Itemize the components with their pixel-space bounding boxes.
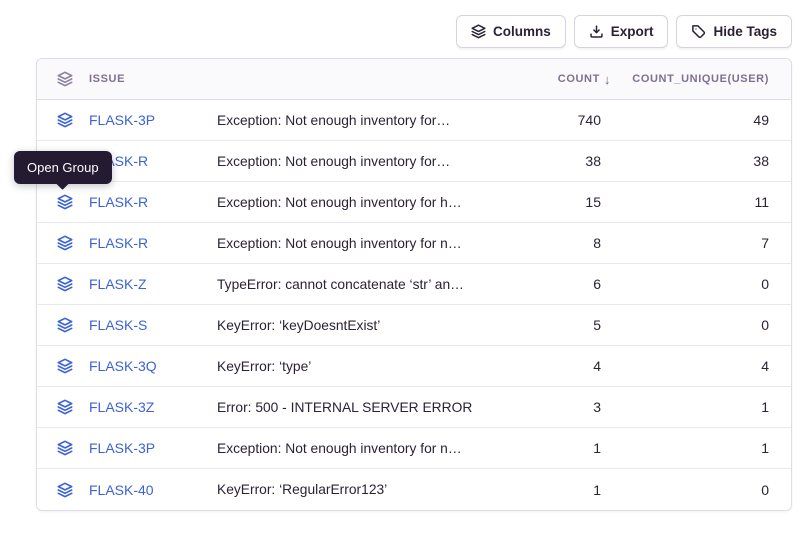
table-row: FLASK-R Exception: Not enough inventory … bbox=[37, 141, 791, 182]
hide-tags-button[interactable]: Hide Tags bbox=[676, 15, 792, 48]
issue-link[interactable]: FLASK-Z bbox=[89, 276, 217, 292]
count-unique-cell: 1 bbox=[615, 399, 792, 415]
issue-description: KeyError: ‘RegularError123’ bbox=[217, 482, 519, 497]
table-row: FLASK-Z TypeError: cannot concatenate ‘s… bbox=[37, 264, 791, 305]
issue-link[interactable]: FLASK-3Q bbox=[89, 358, 217, 374]
layers-icon[interactable] bbox=[57, 358, 73, 374]
columns-button[interactable]: Columns bbox=[456, 15, 566, 48]
layers-icon[interactable] bbox=[57, 112, 73, 128]
count-unique-cell: 38 bbox=[615, 153, 792, 169]
issue-description: Exception: Not enough inventory for n… bbox=[217, 441, 519, 456]
count-unique-cell: 0 bbox=[615, 276, 792, 292]
layers-icon[interactable] bbox=[57, 276, 73, 292]
tag-icon bbox=[691, 24, 706, 39]
issue-link[interactable]: FLASK-3P bbox=[89, 440, 217, 456]
layers-icon[interactable] bbox=[57, 317, 73, 333]
columns-button-label: Columns bbox=[493, 24, 551, 39]
issue-description: KeyError: ‘keyDoesntExist’ bbox=[217, 318, 519, 333]
issue-description: KeyError: ‘type’ bbox=[217, 359, 519, 374]
column-header-count-label: COUNT bbox=[558, 73, 600, 85]
table-row: FLASK-R Exception: Not enough inventory … bbox=[37, 223, 791, 264]
issue-description: TypeError: cannot concatenate ‘str’ an… bbox=[217, 277, 519, 292]
issues-table: ISSUE COUNT ↓ COUNT_UNIQUE(USER) FLASK-3… bbox=[36, 58, 792, 511]
count-cell: 4 bbox=[519, 358, 615, 374]
count-cell: 1 bbox=[519, 482, 615, 498]
count-unique-cell: 7 bbox=[615, 235, 792, 251]
count-unique-cell: 11 bbox=[615, 194, 792, 210]
issue-description: Error: 500 - INTERNAL SERVER ERROR bbox=[217, 400, 519, 415]
sort-descending-icon: ↓ bbox=[604, 72, 611, 87]
issue-link[interactable]: FLASK-3Z bbox=[89, 399, 217, 415]
count-cell: 38 bbox=[519, 153, 615, 169]
issue-link[interactable]: FLASK-R bbox=[89, 235, 217, 251]
issue-description: Exception: Not enough inventory for… bbox=[217, 154, 519, 169]
export-button-label: Export bbox=[611, 24, 654, 39]
table-row: FLASK-3P Exception: Not enough inventory… bbox=[37, 100, 791, 141]
table-row: FLASK-R Exception: Not enough inventory … bbox=[37, 182, 791, 223]
table-row: FLASK-3Z Error: 500 - INTERNAL SERVER ER… bbox=[37, 387, 791, 428]
count-cell: 8 bbox=[519, 235, 615, 251]
open-group-tooltip-label: Open Group bbox=[27, 160, 99, 175]
issue-description: Exception: Not enough inventory for n… bbox=[217, 236, 519, 251]
count-unique-cell: 0 bbox=[615, 482, 792, 498]
issue-link[interactable]: FLASK-R bbox=[89, 194, 217, 210]
table-row: FLASK-3P Exception: Not enough inventory… bbox=[37, 428, 791, 469]
issue-link[interactable]: FLASK-3P bbox=[89, 112, 217, 128]
header-icon-cell bbox=[37, 71, 89, 87]
layers-icon bbox=[57, 71, 73, 87]
column-header-count[interactable]: COUNT ↓ bbox=[519, 72, 615, 87]
count-unique-cell: 0 bbox=[615, 317, 792, 333]
layers-icon[interactable] bbox=[57, 482, 73, 498]
table-header-row: ISSUE COUNT ↓ COUNT_UNIQUE(USER) bbox=[37, 59, 791, 100]
table-row: FLASK-3Q KeyError: ‘type’ 4 4 bbox=[37, 346, 791, 387]
count-cell: 3 bbox=[519, 399, 615, 415]
hide-tags-button-label: Hide Tags bbox=[713, 24, 777, 39]
layers-icon[interactable] bbox=[57, 194, 73, 210]
column-header-count-unique[interactable]: COUNT_UNIQUE(USER) bbox=[615, 73, 792, 85]
count-unique-cell: 1 bbox=[615, 440, 792, 456]
issue-description: Exception: Not enough inventory for h… bbox=[217, 195, 519, 210]
count-unique-cell: 49 bbox=[615, 112, 792, 128]
table-row: FLASK-S KeyError: ‘keyDoesntExist’ 5 0 bbox=[37, 305, 791, 346]
issue-link[interactable]: FLASK-S bbox=[89, 317, 217, 333]
toolbar: Columns Export Hide Tags bbox=[456, 15, 792, 48]
count-cell: 15 bbox=[519, 194, 615, 210]
count-cell: 5 bbox=[519, 317, 615, 333]
export-button[interactable]: Export bbox=[574, 15, 669, 48]
layers-icon[interactable] bbox=[57, 235, 73, 251]
open-group-tooltip: Open Group bbox=[14, 151, 112, 184]
count-cell: 6 bbox=[519, 276, 615, 292]
issue-link[interactable]: FLASK-40 bbox=[89, 482, 217, 498]
download-icon bbox=[589, 24, 604, 39]
layers-icon[interactable] bbox=[57, 399, 73, 415]
column-header-issue[interactable]: ISSUE bbox=[89, 73, 519, 85]
layers-icon bbox=[471, 24, 486, 39]
count-unique-cell: 4 bbox=[615, 358, 792, 374]
layers-icon[interactable] bbox=[57, 440, 73, 456]
issue-description: Exception: Not enough inventory for… bbox=[217, 113, 519, 128]
table-row: FLASK-40 KeyError: ‘RegularError123’ 1 0 bbox=[37, 469, 791, 510]
count-cell: 1 bbox=[519, 440, 615, 456]
count-cell: 740 bbox=[519, 112, 615, 128]
